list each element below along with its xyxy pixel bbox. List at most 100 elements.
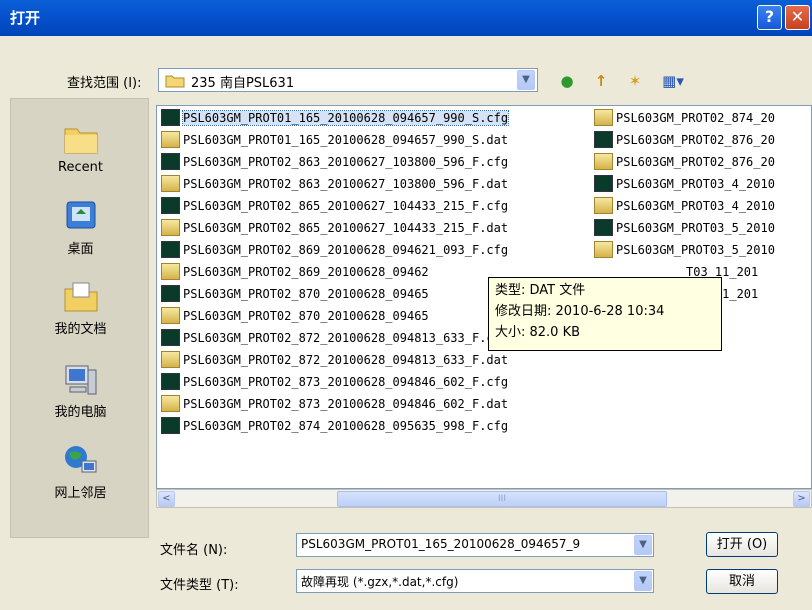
file-name: PSL603GM_PROT03_4_2010 — [616, 177, 775, 191]
dat-file-icon — [161, 307, 180, 324]
file-name: PSL603GM_PROT02_863_20100627_103800_596_… — [183, 155, 509, 169]
file-row[interactable]: PSL603GM_PROT03_4_2010 — [594, 196, 775, 218]
title-bar[interactable]: 打开 ? ✕ — [0, 0, 812, 36]
file-name: PSL603GM_PROT02_872_20100628_094813_633_… — [183, 331, 509, 345]
place-label: Recent — [58, 160, 103, 175]
file-row[interactable]: PSL603GM_PROT02_873_20100628_094846_602_… — [161, 394, 508, 416]
file-row[interactable]: PSL603GM_PROT03_5_2010 — [594, 240, 775, 262]
horizontal-scrollbar[interactable]: < III > — [156, 489, 812, 508]
chevron-down-icon[interactable]: ▼ — [634, 571, 652, 591]
cfg-file-icon — [161, 109, 180, 126]
dat-file-icon — [161, 351, 180, 368]
file-row[interactable]: PSL603GM_PROT02_863_20100627_103800_596_… — [161, 152, 508, 174]
file-name: PSL603GM_PROT01_165_20100628_094657_990_… — [183, 133, 509, 147]
file-name: PSL603GM_PROT02_865_20100627_104433_215_… — [183, 199, 509, 213]
dat-file-icon — [161, 219, 180, 236]
file-row[interactable]: PSL603GM_PROT02_872_20100628_094813_633_… — [161, 328, 508, 350]
file-row[interactable]: PSL603GM_PROT02_876_20 — [594, 152, 775, 174]
cfg-file-icon — [161, 285, 180, 302]
documents-icon — [64, 282, 97, 312]
file-name: PSL603GM_PROT02_869_20100628_09462 — [183, 265, 429, 279]
look-in-value: 235 南自PSL631 — [191, 76, 295, 91]
up-folder-icon[interactable]: ↑ — [590, 70, 612, 92]
dat-file-icon — [594, 197, 613, 214]
cancel-button[interactable]: 取消 — [706, 569, 778, 594]
place-label: 网上邻居 — [54, 486, 107, 501]
dat-file-icon — [594, 109, 613, 126]
file-row[interactable]: PSL603GM_PROT02_874_20 — [594, 108, 775, 130]
cfg-file-icon — [594, 131, 613, 148]
recent-folder-icon — [64, 128, 97, 154]
file-name: PSL603GM_PROT02_863_20100627_103800_596_… — [183, 177, 509, 191]
look-in-label: 查找范围 (I): — [67, 76, 142, 91]
close-button[interactable]: ✕ — [785, 5, 810, 30]
file-row[interactable]: PSL603GM_PROT02_870_20100628_09465 — [161, 306, 429, 328]
places-bar: Recent 桌面 我的文档 我的电脑 网上邻居 — [10, 98, 149, 538]
file-name: PSL603GM_PROT02_876_20 — [616, 155, 775, 169]
computer-icon — [65, 365, 96, 395]
cfg-file-icon — [161, 153, 180, 170]
place-label: 我的电脑 — [54, 405, 107, 420]
file-row[interactable]: PSL603GM_PROT02_865_20100627_104433_215_… — [161, 218, 508, 240]
file-name: PSL603GM_PROT02_872_20100628_094813_633_… — [183, 353, 509, 367]
place-documents[interactable]: 我的文档 — [11, 279, 150, 337]
chevron-down-icon[interactable]: ▼ — [634, 535, 652, 555]
file-row[interactable]: PSL603GM_PROT01_165_20100628_094657_990_… — [161, 108, 510, 130]
file-name: PSL603GM_PROT03_4_2010 — [616, 199, 775, 213]
file-name: PSL603GM_PROT02_874_20100628_095635_998_… — [183, 419, 509, 433]
place-computer[interactable]: 我的电脑 — [11, 362, 150, 420]
new-folder-icon[interactable]: ✶ — [624, 70, 646, 92]
filename-value: PSL603GM_PROT01_165_20100628_094657_9 — [301, 537, 581, 551]
filename-input[interactable]: PSL603GM_PROT01_165_20100628_094657_9 ▼ — [296, 533, 654, 557]
open-button[interactable]: 打开 (O) — [706, 532, 778, 557]
file-row[interactable]: PSL603GM_PROT02_869_20100628_094621_093_… — [161, 240, 508, 262]
file-name: PSL603GM_PROT02_865_20100627_104433_215_… — [183, 221, 509, 235]
file-row[interactable]: PSL603GM_PROT02_873_20100628_094846_602_… — [161, 372, 508, 394]
cfg-file-icon — [161, 241, 180, 258]
view-menu-icon[interactable]: ▦▾ — [656, 70, 690, 92]
file-row[interactable]: PSL603GM_PROT01_165_20100628_094657_990_… — [161, 130, 508, 152]
chevron-down-icon[interactable]: ▼ — [517, 70, 535, 90]
dat-file-icon — [161, 131, 180, 148]
file-row[interactable]: PSL603GM_PROT02_863_20100627_103800_596_… — [161, 174, 508, 196]
tooltip-modified: 修改日期: 2010-6-28 10:34 — [495, 304, 665, 319]
file-info-tooltip: 类型: DAT 文件 修改日期: 2010-6-28 10:34 大小: 82.… — [488, 277, 722, 351]
dat-file-icon — [161, 263, 180, 280]
dat-file-icon — [161, 175, 180, 192]
look-in-combobox[interactable]: 235 南自PSL631 ▼ — [158, 68, 538, 92]
help-button[interactable]: ? — [757, 5, 782, 30]
dat-file-icon — [594, 241, 613, 258]
back-icon[interactable]: ● — [556, 70, 578, 92]
scroll-left-icon[interactable]: < — [158, 491, 175, 507]
dat-file-icon — [161, 395, 180, 412]
place-label: 桌面 — [67, 242, 94, 257]
file-row[interactable]: PSL603GM_PROT03_5_2010 — [594, 218, 775, 240]
network-icon — [64, 446, 96, 473]
tooltip-size: 大小: 82.0 KB — [495, 325, 581, 340]
cfg-file-icon — [161, 417, 180, 434]
scroll-right-icon[interactable]: > — [793, 491, 810, 507]
file-name: PSL603GM_PROT02_869_20100628_094621_093_… — [183, 243, 509, 257]
file-row[interactable]: PSL603GM_PROT02_872_20100628_094813_633_… — [161, 350, 508, 372]
file-name: PSL603GM_PROT02_873_20100628_094846_602_… — [183, 375, 509, 389]
file-name: PSL603GM_PROT02_873_20100628_094846_602_… — [183, 397, 509, 411]
file-row[interactable]: PSL603GM_PROT02_876_20 — [594, 130, 775, 152]
place-recent[interactable]: Recent — [11, 121, 150, 175]
file-row[interactable]: PSL603GM_PROT02_874_20100628_095635_998_… — [161, 416, 508, 438]
file-row[interactable]: PSL603GM_PROT02_870_20100628_09465 — [161, 284, 429, 306]
place-label: 我的文档 — [54, 322, 107, 337]
place-network[interactable]: 网上邻居 — [11, 443, 150, 501]
file-name: PSL603GM_PROT01_165_20100628_094657_990_… — [181, 110, 510, 126]
file-row[interactable]: PSL603GM_PROT02_869_20100628_09462 — [161, 262, 429, 284]
filetype-select[interactable]: 故障再现 (*.gzx,*.dat,*.cfg) ▼ — [296, 569, 654, 593]
scroll-thumb[interactable]: III — [337, 491, 667, 507]
file-name: PSL603GM_PROT02_874_20 — [616, 111, 775, 125]
cfg-file-icon — [161, 373, 180, 390]
file-name: PSL603GM_PROT02_870_20100628_09465 — [183, 309, 429, 323]
cfg-file-icon — [161, 197, 180, 214]
file-row[interactable]: PSL603GM_PROT03_4_2010 — [594, 174, 775, 196]
filetype-label: 文件类型 (T): — [160, 578, 239, 593]
place-desktop[interactable]: 桌面 — [11, 199, 150, 257]
filename-label: 文件名 (N): — [160, 543, 228, 558]
file-row[interactable]: PSL603GM_PROT02_865_20100627_104433_215_… — [161, 196, 508, 218]
